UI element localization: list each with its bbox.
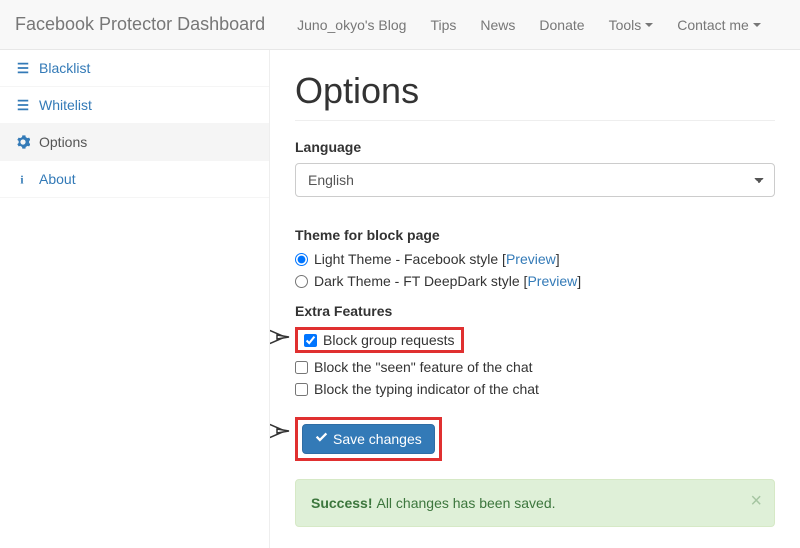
sidebar-item-label: Whitelist [39, 97, 92, 113]
alert-text: All changes has been saved. [376, 495, 555, 511]
language-label: Language [295, 139, 775, 155]
extra-row-typing: Block the typing indicator of the chat [295, 381, 775, 397]
extra-text: Block group requests [323, 332, 455, 348]
gear-icon [15, 135, 31, 149]
nav-contact[interactable]: Contact me [677, 17, 761, 33]
alert-success: Success! All changes has been saved. × [295, 479, 775, 527]
extra-text: Block the "seen" feature of the chat [314, 359, 533, 375]
preview-link[interactable]: Preview [527, 273, 577, 289]
bracket: [ [498, 251, 506, 267]
extra-checkbox-seen[interactable] [295, 361, 308, 374]
nav-tools-label: Tools [609, 17, 642, 33]
sidebar-item-whitelist[interactable]: Whitelist [0, 87, 269, 124]
save-button[interactable]: Save changes [302, 424, 435, 454]
alert-strong: Success! [311, 495, 372, 511]
theme-radio-dark[interactable] [295, 275, 308, 288]
nav-blog[interactable]: Juno_okyo's Blog [297, 17, 406, 33]
navbar-brand[interactable]: Facebook Protector Dashboard [15, 14, 265, 35]
sidebar-item-label: Blacklist [39, 60, 90, 76]
pointer-icon [270, 411, 293, 451]
caret-icon [645, 23, 653, 27]
theme-text: Light Theme - Facebook style [314, 251, 498, 267]
preview-link[interactable]: Preview [506, 251, 556, 267]
svg-text:i: i [20, 174, 23, 186]
highlight-block-group: Block group requests [295, 327, 464, 353]
extra-text: Block the typing indicator of the chat [314, 381, 539, 397]
alert-close-button[interactable]: × [750, 490, 762, 513]
list-icon [15, 61, 31, 75]
nav-donate[interactable]: Donate [539, 17, 584, 33]
page-title: Options [295, 70, 775, 121]
save-button-label: Save changes [333, 431, 422, 447]
caret-icon [753, 23, 761, 27]
theme-row-dark: Dark Theme - FT DeepDark style [Preview] [295, 273, 775, 289]
nav-tools[interactable]: Tools [609, 17, 654, 33]
highlight-save: Save changes [295, 417, 442, 461]
theme-radio-light[interactable] [295, 253, 308, 266]
extra-label: Extra Features [295, 303, 775, 319]
pointer-icon [270, 317, 293, 357]
sidebar-item-options[interactable]: Options [0, 124, 269, 161]
theme-text: Dark Theme - FT DeepDark style [314, 273, 520, 289]
theme-row-light: Light Theme - Facebook style [Preview] [295, 251, 775, 267]
sidebar: Blacklist Whitelist Options i About [0, 50, 270, 548]
nav-contact-label: Contact me [677, 17, 749, 33]
bracket: [ [520, 273, 528, 289]
sidebar-item-about[interactable]: i About [0, 161, 269, 198]
sidebar-item-label: Options [39, 134, 87, 150]
check-icon [315, 431, 328, 447]
extra-checkbox-typing[interactable] [295, 383, 308, 396]
sidebar-item-blacklist[interactable]: Blacklist [0, 50, 269, 87]
bracket: ] [556, 251, 560, 267]
extra-checkbox-block-group[interactable] [304, 334, 317, 347]
theme-label: Theme for block page [295, 227, 775, 243]
navbar-nav: Juno_okyo's Blog Tips News Donate Tools … [285, 17, 773, 33]
extra-row-seen: Block the "seen" feature of the chat [295, 359, 775, 375]
nav-news[interactable]: News [480, 17, 515, 33]
bracket: ] [577, 273, 581, 289]
language-select[interactable]: English [295, 163, 775, 197]
sidebar-item-label: About [39, 171, 76, 187]
navbar: Facebook Protector Dashboard Juno_okyo's… [0, 0, 800, 50]
nav-tips[interactable]: Tips [430, 17, 456, 33]
main-content: Options Language English Theme for block… [270, 50, 800, 548]
list-icon [15, 98, 31, 112]
info-icon: i [15, 172, 31, 186]
